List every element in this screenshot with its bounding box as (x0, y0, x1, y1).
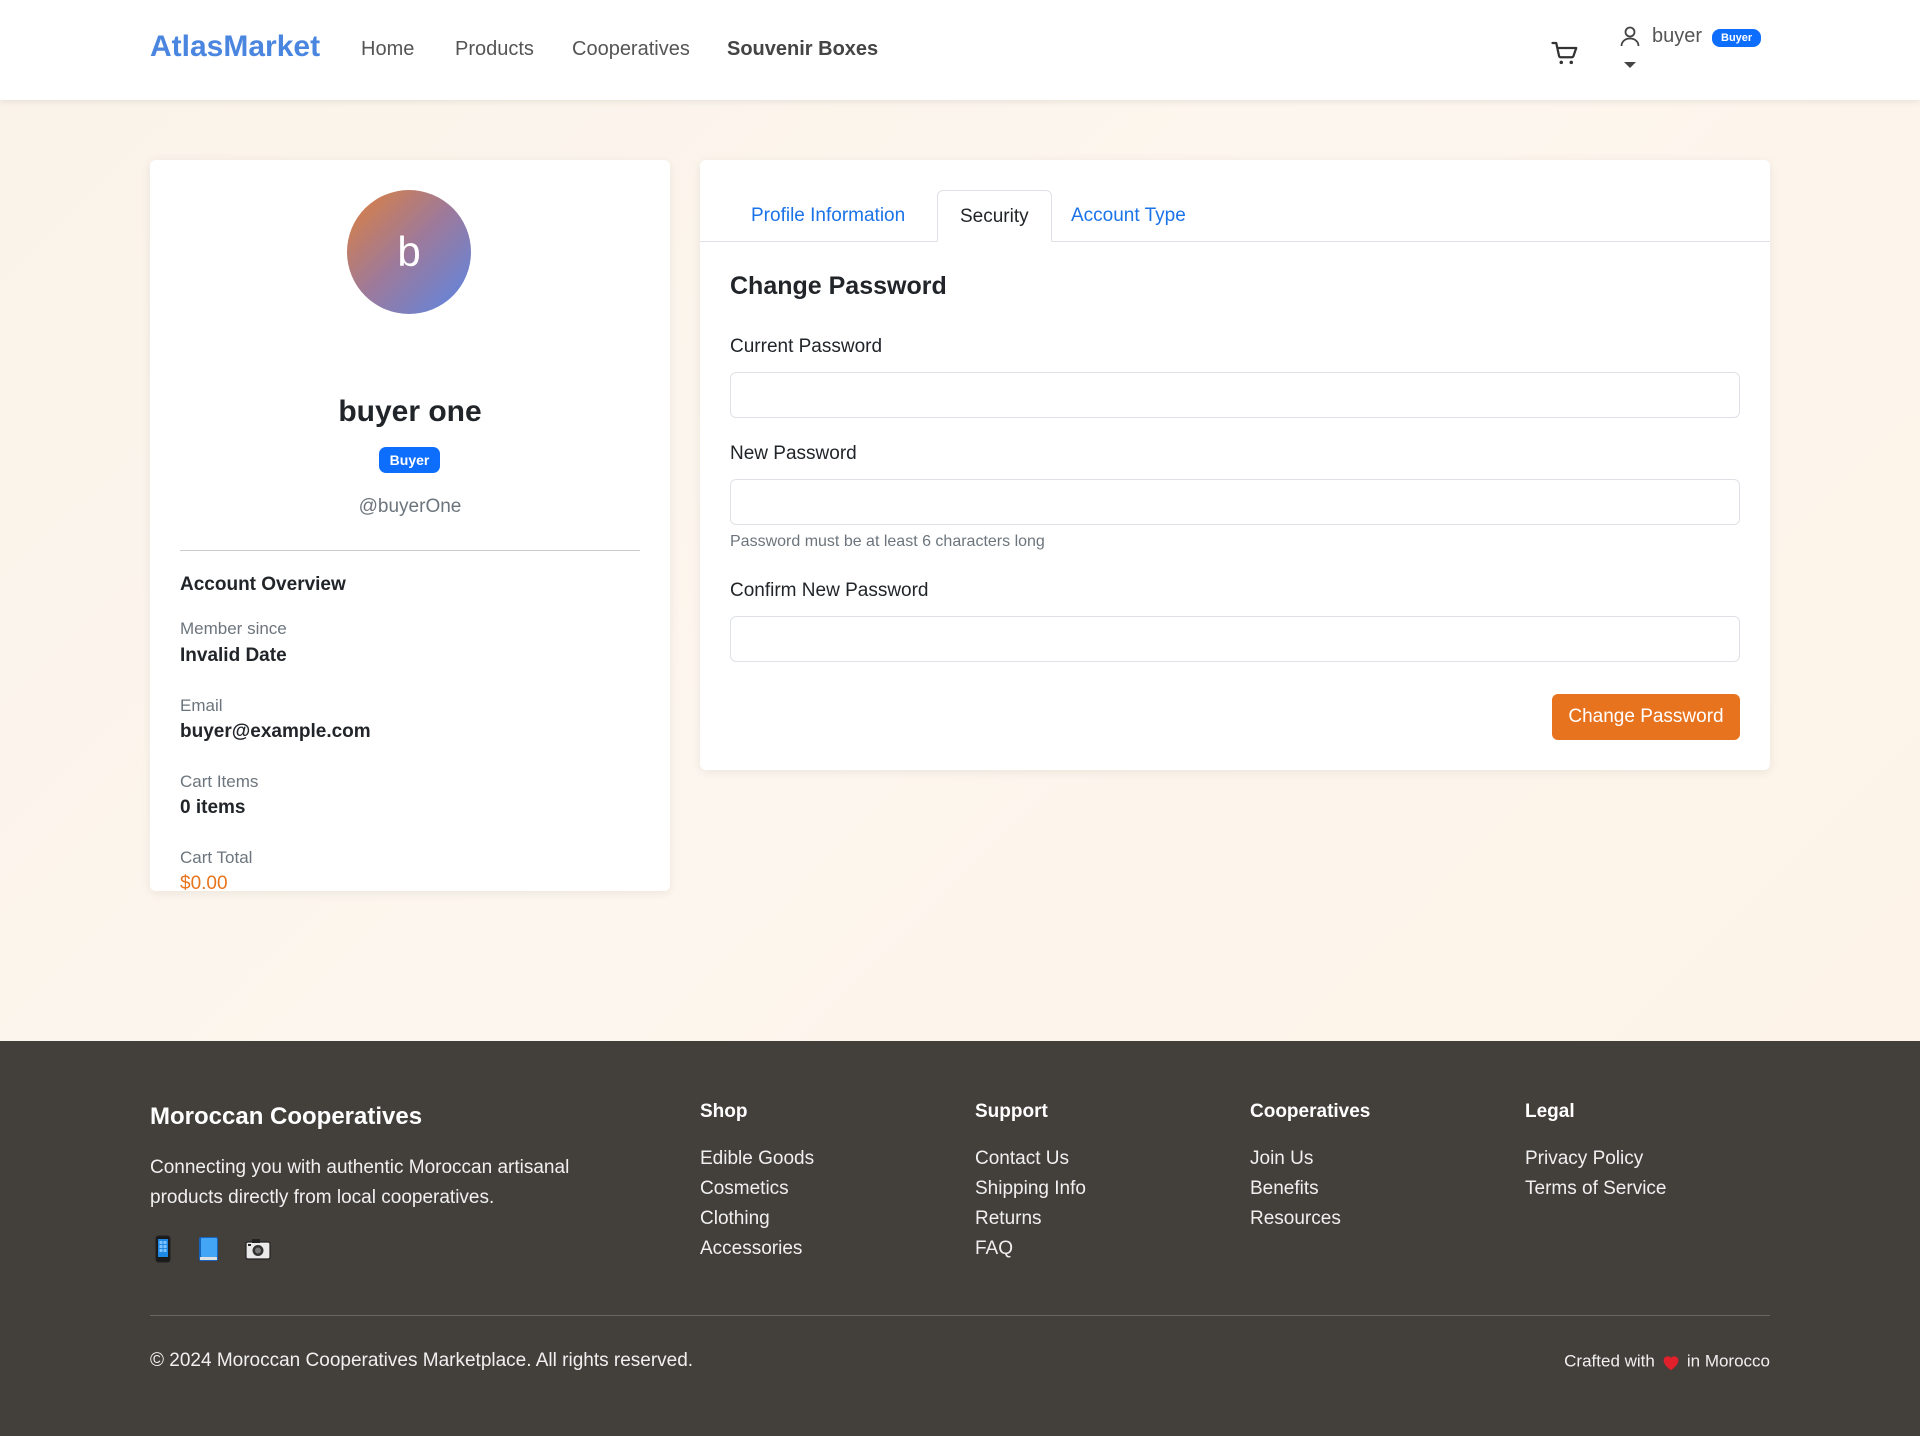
new-password-label: New Password (730, 443, 857, 464)
mobile-phone-icon[interactable] (148, 1234, 178, 1264)
avatar: b (347, 190, 471, 314)
footer-crafted-note: Crafted with in Morocco (1564, 1351, 1770, 1372)
nav-link-home[interactable]: Home (361, 38, 414, 61)
footer-copyright: © 2024 Moroccan Cooperatives Marketplace… (150, 1350, 694, 1371)
profile-handle: @buyerOne (358, 496, 462, 517)
crafted-with-text: Crafted with (1564, 1351, 1655, 1371)
site-footer: Moroccan Cooperatives Connecting you wit… (0, 1041, 1920, 1436)
footer-col-shop-title: Shop (700, 1101, 748, 1122)
confirm-password-label: Confirm New Password (730, 580, 929, 601)
footer-link-clothing[interactable]: Clothing (700, 1208, 770, 1230)
footer-link-resources[interactable]: Resources (1250, 1208, 1341, 1230)
in-morocco-text: in Morocco (1686, 1351, 1770, 1371)
footer-link-contact-us[interactable]: Contact Us (975, 1148, 1069, 1170)
footer-link-edible-goods[interactable]: Edible Goods (700, 1148, 814, 1170)
footer-link-accessories[interactable]: Accessories (700, 1238, 802, 1260)
profile-divider (180, 550, 640, 551)
account-overview-title: Account Overview (180, 574, 346, 595)
footer-col-cooperatives-title: Cooperatives (1250, 1101, 1371, 1122)
footer-link-privacy-policy[interactable]: Privacy Policy (1525, 1148, 1643, 1170)
user-menu-toggle[interactable]: buyer Buyer (1614, 20, 1764, 75)
tab-security[interactable]: Security (937, 190, 1052, 242)
current-password-label: Current Password (730, 336, 883, 357)
camera-icon[interactable] (243, 1234, 273, 1264)
chevron-down-icon (1624, 62, 1636, 68)
user-role-badge: Buyer (1712, 29, 1762, 47)
cart-total-label: Cart Total (180, 848, 253, 867)
profile-card: b buyer one Buyer @buyerOne Account Over… (150, 160, 670, 894)
footer-link-returns[interactable]: Returns (975, 1208, 1042, 1230)
nav-link-cooperatives[interactable]: Cooperatives (572, 38, 690, 61)
footer-divider (150, 1315, 1770, 1316)
footer-link-shipping-info[interactable]: Shipping Info (975, 1178, 1086, 1200)
user-name: buyer (1652, 25, 1703, 47)
profile-name: buyer one (338, 395, 482, 428)
nav-link-souvenir-boxes[interactable]: Souvenir Boxes (727, 38, 878, 61)
confirm-password-input[interactable] (730, 616, 1740, 662)
tab-profile-information[interactable]: Profile Information (729, 190, 927, 242)
cart-total-value: $0.00 (180, 873, 228, 894)
footer-col-support-title: Support (975, 1101, 1048, 1122)
settings-card: Profile Information Security Account Typ… (700, 160, 1770, 770)
footer-link-join-us[interactable]: Join Us (1250, 1148, 1313, 1170)
member-since-value: Invalid Date (180, 645, 287, 666)
email-value: buyer@example.com (180, 721, 371, 742)
top-navbar: AtlasMarket Home Products Cooperatives S… (0, 0, 1920, 100)
footer-link-terms-of-service[interactable]: Terms of Service (1525, 1178, 1666, 1200)
settings-tabs: Profile Information Security Account Typ… (700, 160, 1770, 242)
change-password-title: Change Password (730, 272, 947, 300)
tab-account-type[interactable]: Account Type (1049, 190, 1208, 242)
cart-icon[interactable] (1550, 38, 1580, 68)
current-password-input[interactable] (730, 372, 1740, 418)
footer-description: Connecting you with authentic Moroccan a… (150, 1157, 570, 1208)
user-icon (1620, 26, 1640, 47)
footer-link-faq[interactable]: FAQ (975, 1238, 1013, 1260)
new-password-input[interactable] (730, 479, 1740, 525)
brand-logo-link[interactable]: AtlasMarket (150, 30, 320, 64)
email-label: Email (180, 696, 223, 715)
book-icon[interactable] (193, 1234, 223, 1264)
change-password-button[interactable]: Change Password (1552, 694, 1740, 740)
nav-link-products[interactable]: Products (455, 38, 534, 61)
cart-items-value: 0 items (180, 797, 246, 818)
profile-role-badge: Buyer (379, 447, 440, 473)
footer-link-benefits[interactable]: Benefits (1250, 1178, 1319, 1200)
footer-brand: Moroccan Cooperatives (150, 1103, 423, 1130)
heart-icon (1663, 1355, 1679, 1370)
member-since-label: Member since (180, 619, 287, 638)
footer-col-legal-title: Legal (1525, 1101, 1575, 1122)
new-password-help: Password must be at least 6 characters l… (730, 533, 1045, 550)
footer-link-cosmetics[interactable]: Cosmetics (700, 1178, 789, 1200)
main-content: b buyer one Buyer @buyerOne Account Over… (0, 100, 1920, 1041)
cart-items-label: Cart Items (180, 772, 259, 791)
